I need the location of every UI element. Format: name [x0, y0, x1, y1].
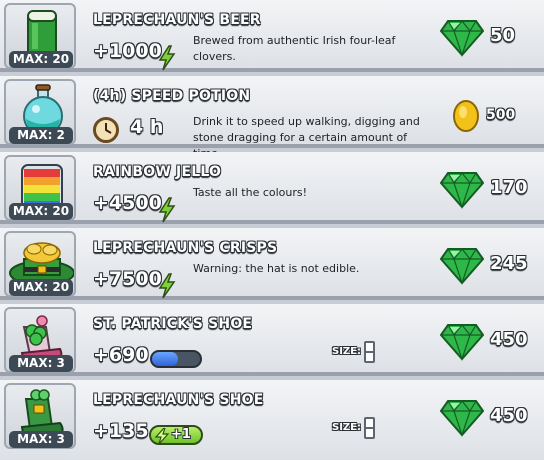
- energy-bolt-icon: [155, 428, 169, 444]
- max-badge: MAX: 2: [9, 127, 73, 144]
- item-title: LEPRECHAUN'S SHOE: [93, 392, 264, 408]
- stat-value: +690: [93, 344, 149, 366]
- max-badge: MAX: 20: [9, 279, 73, 296]
- item-title: ST. PATRICK'S SHOE: [93, 316, 253, 332]
- max-badge: MAX: 3: [9, 355, 73, 372]
- buy-button[interactable]: 450: [440, 397, 540, 437]
- energy-bar-fill: [152, 352, 179, 366]
- energy-bolt-icon: [158, 273, 176, 299]
- energy-value: +4500: [93, 192, 162, 214]
- shop-item-leprechauns-crisps[interactable]: MAX: 20 LEPRECHAUN'S CRISPS +7500 Warnin…: [0, 228, 544, 300]
- energy-bolt-icon: [158, 45, 176, 71]
- shop-item-speed-potion[interactable]: MAX: 2 (4h) SPEED POTION 4 h Drink it to…: [0, 76, 544, 160]
- shop-item-leprechauns-beer[interactable]: MAX: 20 LEPRECHAUN'S BEER +1000 Brewed f…: [0, 0, 544, 72]
- energy-value: +7500: [93, 268, 162, 290]
- price-value: 450: [490, 329, 528, 350]
- gem-icon: [440, 400, 484, 437]
- max-badge: MAX: 3: [9, 431, 73, 448]
- price-value: 500: [486, 107, 516, 123]
- energy-bar: [150, 350, 202, 368]
- bonus-value: +1: [171, 427, 191, 442]
- shop-item-rainbow-jello[interactable]: MAX: 20 RAINBOW JELLO +4500 Taste all th…: [0, 152, 544, 224]
- size-icon: [364, 417, 375, 439]
- item-description: Taste all the colours!: [193, 186, 308, 199]
- stat-value: +135: [93, 420, 149, 442]
- price-value: 245: [490, 253, 528, 274]
- item-description: Warning: the hat is not edible.: [193, 262, 360, 275]
- buy-button[interactable]: 50: [440, 17, 540, 57]
- item-description: Brewed from authentic Irish four-leaf cl…: [193, 34, 396, 63]
- shop-list: MAX: 20 LEPRECHAUN'S BEER +1000 Brewed f…: [0, 0, 544, 460]
- buy-button[interactable]: 450: [440, 321, 540, 361]
- coin-icon: [453, 100, 479, 132]
- gem-icon: [440, 20, 484, 57]
- clock-icon: [93, 117, 119, 143]
- size-label: SIZE:: [332, 422, 362, 433]
- shop-item-leprechauns-shoe[interactable]: MAX: 3 LEPRECHAUN'S SHOE +135 +1 SIZE: 4…: [0, 380, 544, 460]
- buy-button[interactable]: 500: [452, 100, 544, 140]
- gem-icon: [440, 324, 484, 361]
- gem-icon: [440, 248, 484, 285]
- shop-item-st-patricks-shoe[interactable]: MAX: 3 ST. PATRICK'S SHOE +690 SIZE: 450: [0, 304, 544, 376]
- item-title: RAINBOW JELLO: [93, 164, 222, 180]
- item-title: LEPRECHAUN'S CRISPS: [93, 240, 278, 256]
- bonus-badge: +1: [149, 425, 203, 445]
- buy-button[interactable]: 245: [440, 245, 540, 285]
- gem-icon: [440, 172, 484, 209]
- max-badge: MAX: 20: [9, 203, 73, 220]
- price-value: 50: [490, 25, 516, 46]
- size-icon: [364, 341, 375, 363]
- energy-bolt-icon: [158, 197, 176, 223]
- item-title: LEPRECHAUN'S BEER: [93, 12, 261, 28]
- duration-value: 4 h: [130, 116, 164, 138]
- price-value: 170: [490, 177, 528, 198]
- item-title: (4h) SPEED POTION: [93, 88, 251, 104]
- max-badge: MAX: 20: [9, 51, 73, 68]
- energy-value: +1000: [93, 40, 162, 62]
- buy-button[interactable]: 170: [440, 169, 540, 209]
- price-value: 450: [490, 405, 528, 426]
- size-label: SIZE:: [332, 346, 362, 357]
